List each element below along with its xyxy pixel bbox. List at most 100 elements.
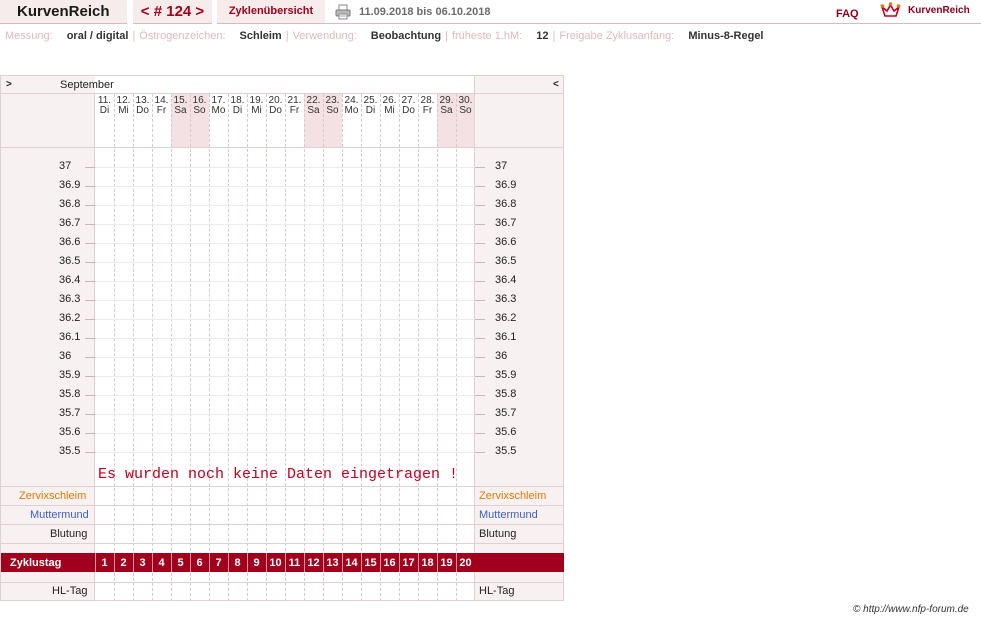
temperature-tick: [85, 414, 95, 415]
no-data-message: Es wurden noch keine Daten eingetragen !: [98, 466, 459, 483]
faq-link[interactable]: FAQ: [836, 8, 859, 20]
cycle-nav-box[interactable]: < # 124 >: [133, 0, 212, 24]
temperature-tick: [475, 224, 485, 225]
cycle-day-separator: [152, 553, 153, 572]
day-column-line: [152, 94, 153, 601]
info-label-verwendung: Verwendung:: [292, 30, 357, 42]
cycle-day-separator: [228, 553, 229, 572]
temperature-gridline: [95, 243, 475, 244]
temperature-label-right: 37: [495, 160, 508, 172]
temperature-tick: [475, 262, 485, 263]
temperature-tick: [85, 224, 95, 225]
cycle-day-separator: [133, 553, 134, 572]
cycle-day-separator: [418, 553, 419, 572]
temperature-tick: [475, 338, 485, 339]
temperature-tick: [475, 376, 485, 377]
cycle-day-number: 20: [459, 557, 472, 569]
crown-logo-icon[interactable]: [880, 2, 901, 19]
temperature-tick: [475, 205, 485, 206]
temperature-gridline: [95, 319, 475, 320]
temperature-label-left: 35.5: [59, 445, 81, 457]
day-column-line: [456, 94, 457, 601]
cycle-day-separator: [266, 553, 267, 572]
day-header: 29. Sa: [439, 95, 454, 116]
info-separator: |: [445, 30, 448, 42]
cycle-info-bar: Messung: oral / digital | Östrogenzeichen: S…: [5, 30, 764, 42]
day-header: 14. Fr: [154, 95, 169, 116]
cycle-day-number: 11: [288, 557, 301, 569]
day-header: 20. Do: [268, 95, 283, 116]
cycle-day-number: 18: [421, 557, 434, 569]
temperature-tick: [85, 452, 95, 453]
day-header: 28. Fr: [420, 95, 435, 116]
temperature-gridline: [95, 376, 475, 377]
row-label-blutung-right: Blutung: [479, 528, 517, 540]
cycle-day-number: 2: [120, 557, 127, 569]
temperature-gridline: [95, 186, 475, 187]
info-label-freigabe: Freigabe Zyklusanfang:: [559, 30, 675, 42]
day-header: 13. Do: [135, 95, 150, 116]
day-column-line: [190, 94, 191, 601]
row-label-hl-tag: HL-Tag: [52, 585, 88, 597]
day-column-line: [285, 94, 286, 601]
cycle-day-separator: [361, 553, 362, 572]
day-header: 30. So: [458, 95, 473, 116]
day-header: 11. Di: [97, 95, 112, 116]
cycle-day-number: 3: [139, 557, 146, 569]
temperature-gridline: [95, 167, 475, 168]
logo-text[interactable]: KurvenReich: [908, 5, 970, 16]
info-value-oestrogen: Schleim: [239, 30, 282, 42]
temperature-tick: [475, 300, 485, 301]
cycle-overview-label[interactable]: Zyklenübersicht: [217, 5, 325, 17]
temperature-label-left: 35.9: [59, 369, 81, 381]
chart-prev-button[interactable]: >: [6, 79, 12, 90]
day-column-line: [418, 94, 419, 601]
cycle-day-number: 4: [158, 557, 165, 569]
temperature-label-right: 36.3: [495, 293, 517, 305]
temperature-label-right: 36: [495, 350, 508, 362]
day-column-line: [323, 94, 324, 601]
day-header: 27. Do: [401, 95, 416, 116]
temperature-tick: [85, 300, 95, 301]
day-header: 18. Di: [230, 95, 245, 116]
day-column-line: [361, 94, 362, 601]
row-label-zyklustag: Zyklustag: [10, 557, 62, 569]
chart-next-button[interactable]: <: [553, 79, 559, 90]
day-column-line: [114, 94, 115, 601]
temperature-tick: [85, 338, 95, 339]
temperature-label-right: 36.9: [495, 179, 517, 191]
temperature-tick: [85, 433, 95, 434]
temperature-tick: [475, 433, 485, 434]
temperature-tick: [85, 395, 95, 396]
app-title-box: KurvenReich: [0, 0, 127, 24]
info-separator: |: [132, 30, 136, 42]
copyright-link[interactable]: © http://www.nfp-forum.de: [853, 604, 969, 615]
day-column-line: [437, 94, 438, 601]
temperature-tick: [85, 319, 95, 320]
row-divider: [1, 486, 564, 487]
day-column-line: [266, 94, 267, 601]
info-separator: |: [552, 30, 556, 42]
day-header: 17. Mo: [211, 95, 226, 116]
cycle-overview-tab[interactable]: Zyklenübersicht: [217, 0, 325, 24]
cycle-day-number: 10: [269, 557, 282, 569]
day-column-line: [304, 94, 305, 601]
printer-icon[interactable]: [335, 4, 351, 20]
month-label: September: [60, 79, 114, 91]
row-divider: [1, 543, 564, 544]
temperature-gridline: [95, 205, 475, 206]
cycle-day-separator: [190, 553, 191, 572]
cycle-day-number: 13: [326, 557, 339, 569]
temperature-tick: [85, 262, 95, 263]
temperature-gridline: [95, 224, 475, 225]
temperature-label-right: 36.7: [495, 217, 517, 229]
row-divider: [1, 93, 564, 94]
temperature-label-left: 36.1: [59, 331, 81, 343]
cycle-nav[interactable]: < # 124 >: [133, 3, 212, 20]
cycle-day-separator: [437, 553, 438, 572]
day-column-line: [380, 94, 381, 601]
temperature-tick: [85, 281, 95, 282]
cycle-day-separator: [399, 553, 400, 572]
row-label-hl-tag-right: HL-Tag: [479, 585, 515, 597]
temperature-label-right: 36.5: [495, 255, 517, 267]
